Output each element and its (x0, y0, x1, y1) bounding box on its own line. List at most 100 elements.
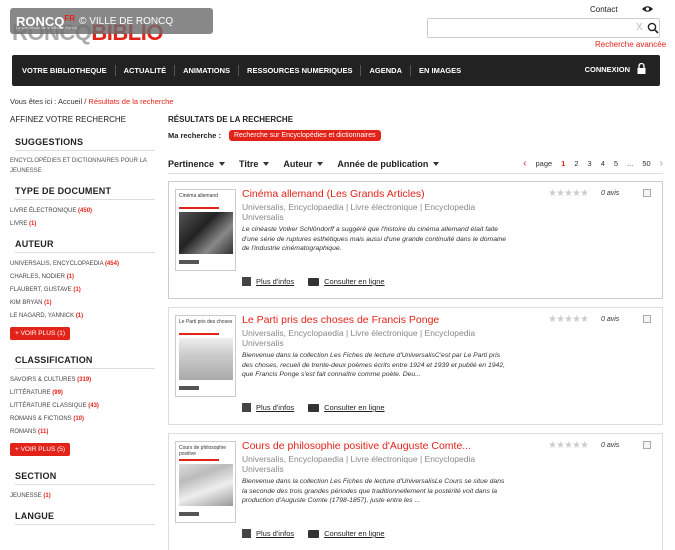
result-title[interactable]: Le Parti pris des choses de Francis Pong… (242, 314, 439, 326)
facet-item[interactable]: UNIVERSALIS, ENCYCLOPAEDIA (454) (10, 258, 165, 271)
facet-item[interactable]: ROMANS (11) (10, 426, 165, 439)
nav-item-animations[interactable]: ANIMATIONS (175, 65, 240, 76)
eye-icon[interactable] (642, 5, 653, 13)
page-1[interactable]: 1 (561, 159, 565, 168)
breadcrumb-prefix: Vous êtes ici : (10, 97, 57, 106)
facet-item[interactable]: LIVRE ÉLECTRONIQUE (450) (10, 205, 165, 218)
facet-item[interactable]: CHARLES, NODIER (1) (10, 271, 165, 284)
cover-publisher-mark (179, 260, 199, 264)
sort-titre[interactable]: Titre (239, 159, 270, 169)
contact-link[interactable]: Contact (590, 5, 618, 14)
search-input[interactable] (428, 19, 618, 37)
facet-title-language: LANGUE (15, 511, 155, 525)
cover-band (179, 333, 219, 335)
more-info-link[interactable]: Plus d'infos (256, 277, 294, 286)
credit-text: © VILLE DE RONCQ (79, 15, 174, 27)
results-area: RÉSULTATS DE LA RECHERCHE Ma recherche :… (168, 115, 663, 550)
facet-item[interactable]: ROMANS & FICTIONS (10) (10, 413, 165, 426)
rating-stars[interactable] (549, 189, 589, 196)
chevron-down-icon (433, 161, 440, 166)
facet-item[interactable]: LITTÉRATURE (99) (10, 387, 165, 400)
results-title: RÉSULTATS DE LA RECHERCHE (168, 115, 294, 124)
info-icon (242, 277, 251, 286)
page-5[interactable]: 5 (614, 159, 618, 168)
facet-item[interactable]: LE NAGARD, YANNICK (1) (10, 310, 165, 323)
prev-page-icon[interactable]: ‹ (523, 158, 526, 169)
facet-title-author: AUTEUR (15, 239, 155, 253)
star-icon (557, 189, 564, 196)
my-search: Ma recherche : Recherche sur Encyclopédi… (168, 130, 663, 141)
rating-stars[interactable] (549, 315, 589, 322)
search-icon[interactable] (647, 22, 659, 34)
breadcrumb-separator: / (84, 97, 87, 106)
next-page-icon[interactable]: › (660, 158, 663, 169)
facet-title-suggestions: SUGGESTIONS (15, 137, 155, 151)
facet-title-doc-type: TYPE DE DOCUMENT (15, 186, 155, 200)
page-4[interactable]: 4 (601, 159, 605, 168)
breadcrumb-current: Résultats de la recherche (88, 97, 174, 106)
cover-band (179, 207, 219, 209)
facet-classification: SAVOIRS & CULTURES (319) LITTÉRATURE (99… (10, 374, 165, 463)
page-50[interactable]: 50 (642, 159, 650, 168)
refine-heading: AFFINEZ VOTRE RECHERCHE (10, 115, 127, 124)
consult-online-link[interactable]: Consulter en ligne (324, 403, 384, 412)
nav-item-agenda[interactable]: AGENDA (361, 65, 411, 76)
cover-title: Cours de philosophie positive (179, 445, 226, 457)
facet-item[interactable]: FLAUBERT, GUSTAVE (1) (10, 284, 165, 297)
chevron-down-icon (317, 161, 324, 166)
facet-item[interactable]: KIM BRYAN (1) (10, 297, 165, 310)
lock-icon[interactable] (637, 63, 646, 74)
sort-pertinence[interactable]: Pertinence (168, 159, 226, 169)
more-info-link[interactable]: Plus d'infos (256, 403, 294, 412)
nav-item-actualite[interactable]: ACTUALITÉ (116, 65, 176, 76)
facet-section: JEUNESSE (1) (10, 490, 165, 503)
consult-online-link[interactable]: Consulter en ligne (324, 277, 384, 286)
more-info-link[interactable]: Plus d'infos (256, 529, 294, 538)
cover-title: Cinéma allemand (179, 193, 218, 199)
sort-auteur[interactable]: Auteur (283, 159, 324, 169)
select-checkbox[interactable] (643, 315, 651, 323)
advanced-search-link[interactable]: Recherche avancée (595, 40, 666, 49)
result-description: Bienvenue dans la collection Les Fiches … (242, 352, 505, 378)
info-icon (242, 403, 251, 412)
nav-item-bibliotheque[interactable]: VOTRE BIBLIOTHEQUE (12, 65, 116, 76)
consult-online-link[interactable]: Consulter en ligne (324, 529, 384, 538)
star-icon (557, 441, 564, 448)
facet-item[interactable]: LIVRE (1) (10, 218, 165, 231)
result-title[interactable]: Cours de philosophie positive d'Auguste … (242, 440, 471, 452)
nav-item-images[interactable]: EN IMAGES (411, 65, 469, 76)
facet-item[interactable]: LITTÉRATURE CLASSIQUE (43) (10, 400, 165, 413)
classification-more-button[interactable]: + VOIR PLUS (5) (10, 443, 71, 456)
book-cover[interactable]: Cours de philosophie positive (175, 441, 236, 523)
cover-band (179, 459, 219, 461)
book-cover[interactable]: Cinéma allemand (175, 189, 236, 271)
login-link[interactable]: CONNEXION (585, 65, 630, 74)
sort-bar: Pertinence Titre Auteur Année de publica… (168, 154, 663, 174)
result-meta: Universalis, Encyclopaedia | Livre élect… (242, 328, 476, 348)
page-2[interactable]: 2 (574, 159, 578, 168)
cover-publisher-mark (179, 386, 199, 390)
search-filter-tag[interactable]: Recherche sur Encyclopédies et dictionna… (228, 130, 381, 141)
breadcrumb-home[interactable]: Accueil (58, 97, 82, 106)
star-icon (581, 315, 588, 322)
search-box: X (427, 18, 660, 38)
facet-item[interactable]: SAVOIRS & CULTURES (319) (10, 374, 165, 387)
rating-stars[interactable] (549, 441, 589, 448)
clear-icon[interactable]: X (636, 22, 643, 33)
star-icon (581, 441, 588, 448)
result-card: Le Parti pris des choses Le Parti pris d… (168, 307, 663, 425)
star-icon (565, 189, 572, 196)
author-more-button[interactable]: + VOIR PLUS (1) (10, 327, 71, 340)
star-icon (573, 441, 580, 448)
select-checkbox[interactable] (643, 441, 651, 449)
sort-annee[interactable]: Année de publication (337, 159, 440, 169)
screen-icon (308, 529, 320, 538)
select-checkbox[interactable] (643, 189, 651, 197)
facet-item[interactable]: JEUNESSE (1) (10, 490, 165, 503)
book-cover[interactable]: Le Parti pris des choses (175, 315, 236, 397)
suggestion-link[interactable]: ENCYCLOPÉDIES ET DICTIONNAIRES POUR LA J… (10, 156, 165, 176)
nav-item-ressources[interactable]: RESSOURCES NUMERIQUES (239, 65, 362, 76)
page-3[interactable]: 3 (588, 159, 592, 168)
result-title[interactable]: Cinéma allemand (Les Grands Articles) (242, 188, 425, 200)
site-logo[interactable]: RONCQBIBLIO RONCQFR © VILLE DE RONCQ Le … (10, 8, 213, 45)
